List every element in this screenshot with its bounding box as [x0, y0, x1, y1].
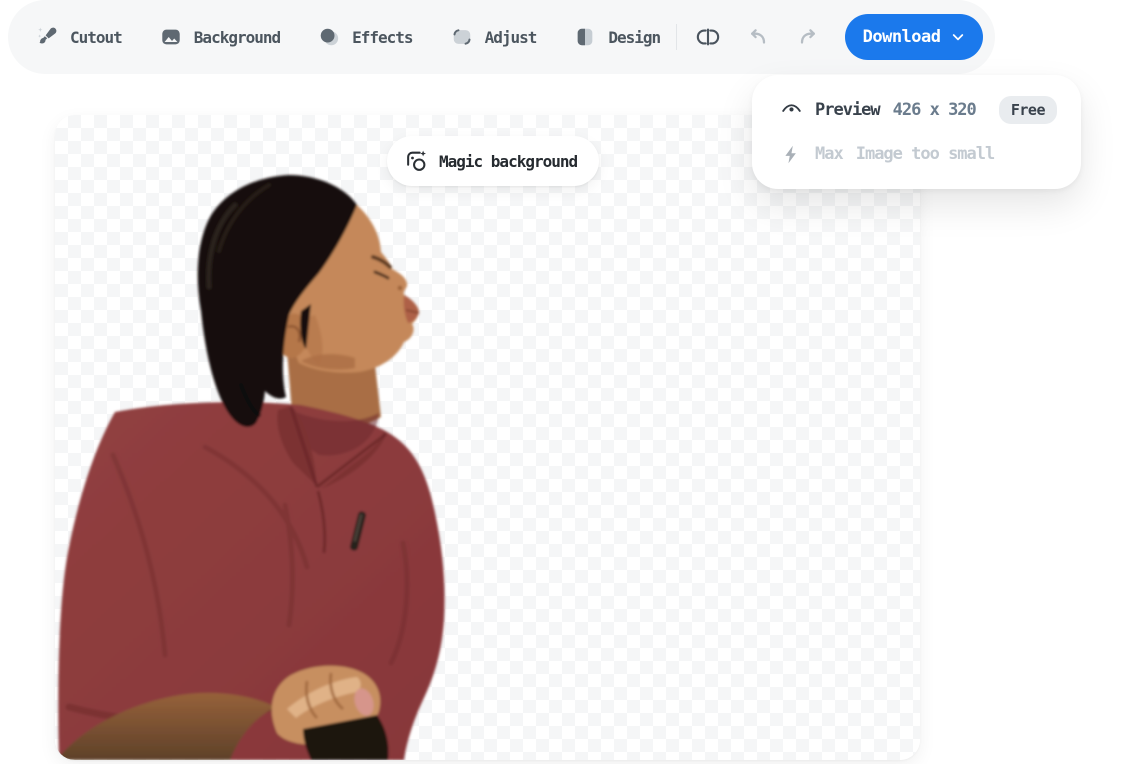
tab-label: Background [194, 28, 280, 47]
undo-button[interactable] [745, 24, 771, 50]
canvas[interactable]: Magic background [55, 115, 920, 760]
split-panel-icon [574, 26, 596, 48]
tab-adjust[interactable]: Adjust [451, 26, 537, 48]
download-menu: Preview 426 x 320 Free Max Image too sma… [752, 75, 1081, 189]
app: Cutout Background Effe [0, 0, 1146, 764]
download-label: Download [863, 27, 941, 47]
tab-label: Adjust [485, 28, 537, 47]
download-button[interactable]: Download [845, 14, 983, 60]
menu-item-preview[interactable]: Preview 426 x 320 Free [752, 88, 1081, 132]
tab-background[interactable]: Background [160, 26, 280, 48]
compare-icon [696, 25, 720, 49]
image-icon [160, 26, 182, 48]
eye-icon [781, 100, 802, 121]
subject-image [55, 115, 920, 760]
menu-item-status: Image too small [856, 144, 995, 164]
free-badge: Free [999, 96, 1057, 124]
magic-background-label: Magic background [439, 152, 577, 171]
undo-arrow-icon [746, 25, 770, 49]
tab-label: Cutout [70, 28, 122, 47]
bolt-icon [781, 144, 802, 165]
menu-item-max[interactable]: Max Image too small [752, 132, 1081, 176]
toolbar-divider [676, 24, 677, 50]
redo-button[interactable] [795, 24, 821, 50]
redo-arrow-icon [796, 25, 820, 49]
toolbar: Cutout Background Effe [8, 0, 995, 74]
magic-background-button[interactable]: Magic background [387, 136, 599, 186]
menu-item-dimensions: 426 x 320 [893, 100, 976, 120]
menu-item-label: Max [815, 144, 843, 164]
chevron-down-icon [950, 29, 966, 45]
tab-design[interactable]: Design [574, 26, 660, 48]
magic-replace-icon [404, 149, 428, 173]
tab-cutout[interactable]: Cutout [36, 26, 122, 48]
rounded-frame-icon [451, 26, 473, 48]
menu-item-label: Preview [815, 100, 880, 120]
overlap-circles-icon [318, 26, 340, 48]
toolbar-tabs: Cutout Background Effe [36, 26, 660, 48]
tab-label: Design [608, 28, 660, 47]
compare-button[interactable] [695, 24, 721, 50]
tab-label: Effects [352, 28, 412, 47]
tab-effects[interactable]: Effects [318, 26, 412, 48]
magic-brush-icon [36, 26, 58, 48]
